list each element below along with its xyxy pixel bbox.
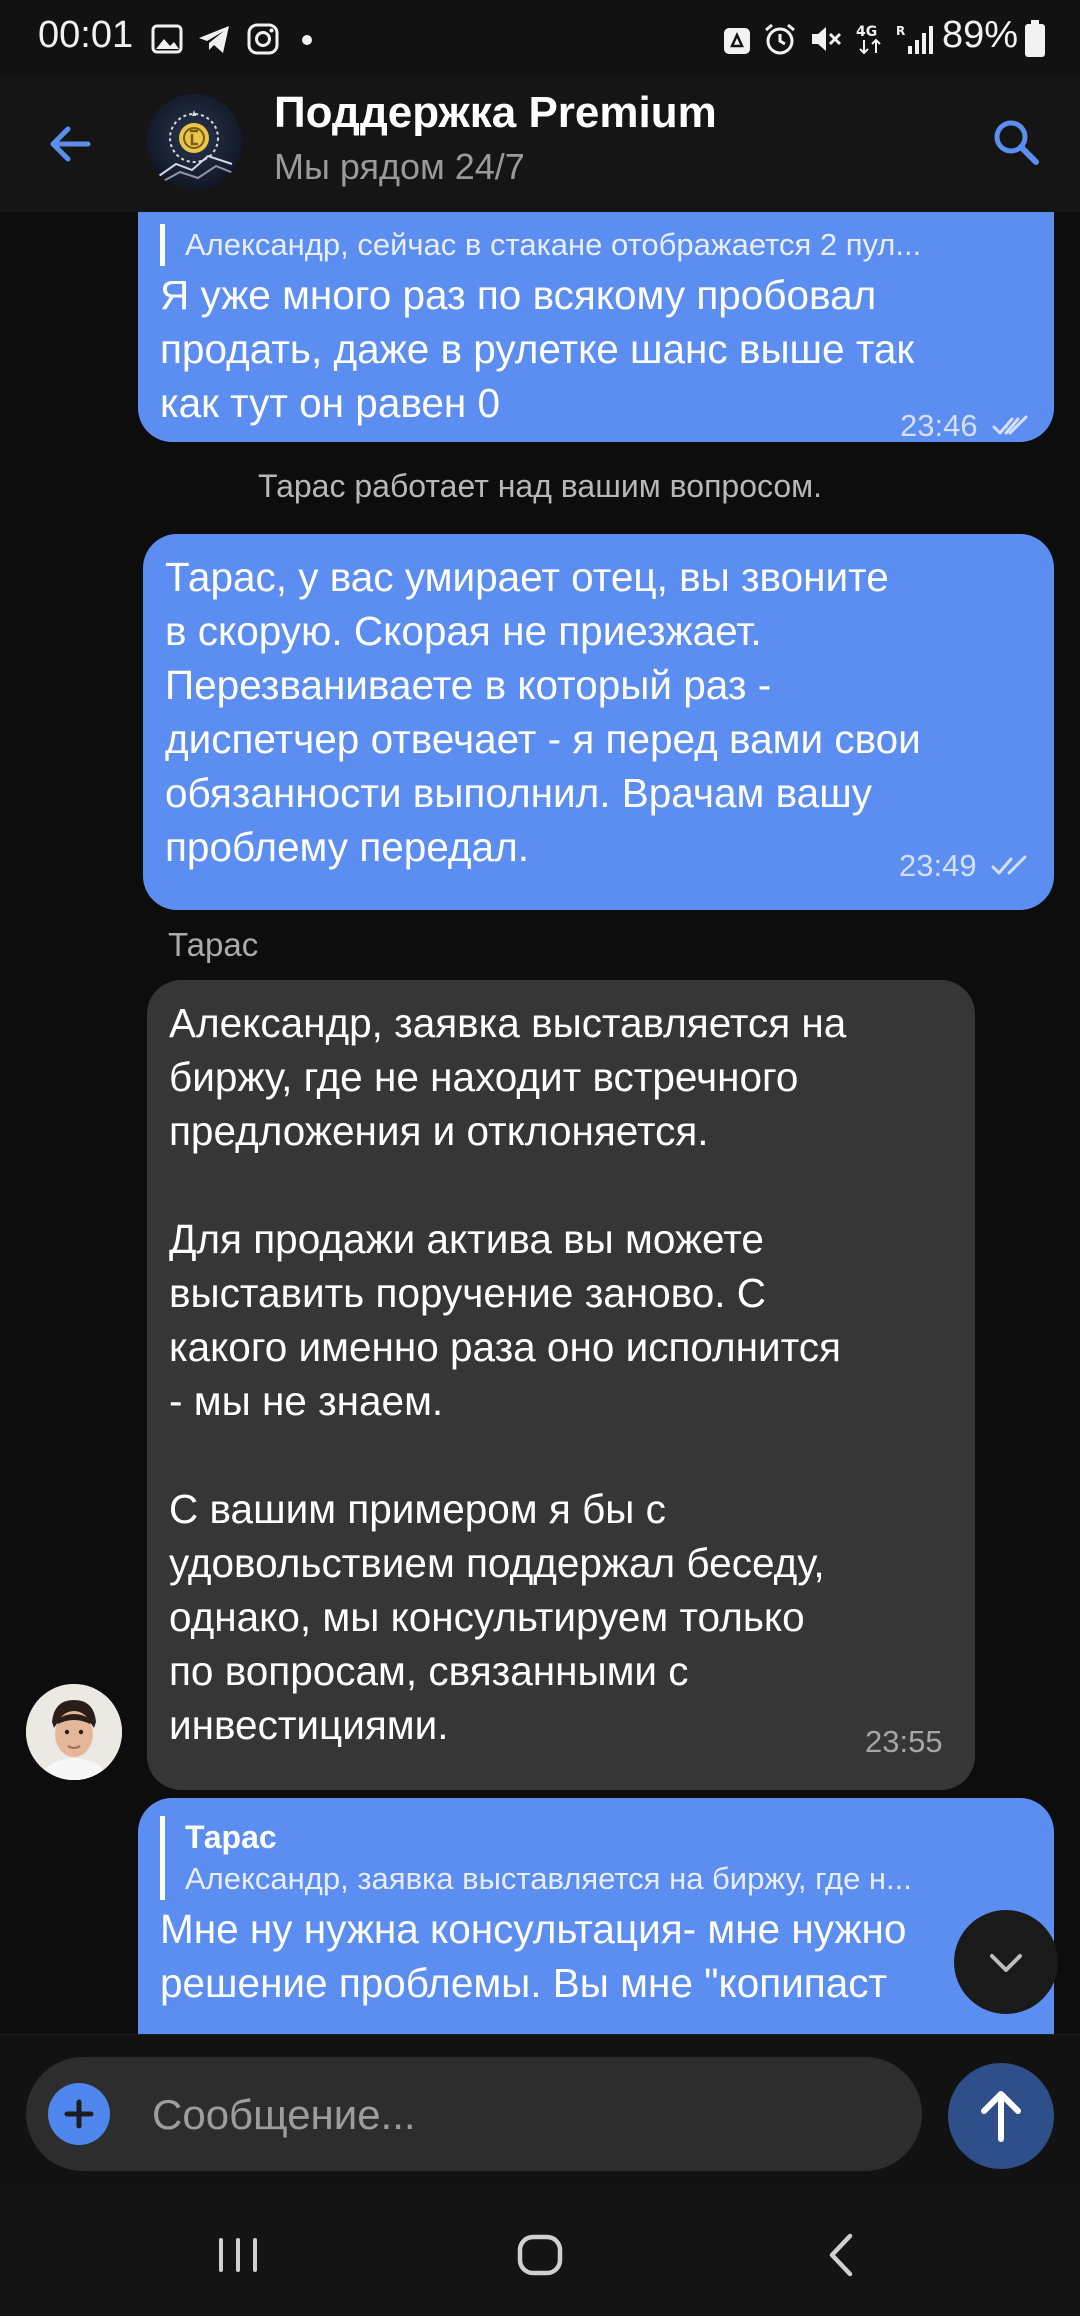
svg-text:R: R: [896, 24, 905, 38]
message-text: Я уже много раз по всякому пробовал прод…: [160, 272, 915, 426]
message-input[interactable]: [150, 2085, 894, 2145]
system-nav-bar: [0, 2190, 1080, 2316]
reply-quote[interactable]: Тарас Александр, заявка выставляется на …: [160, 1816, 1030, 1900]
reply-text: Александр, заявка выставляется на биржу,…: [185, 1861, 912, 1896]
message-bubble-outgoing[interactable]: Александр, сейчас в стакане отображается…: [138, 212, 1054, 443]
double-check-icon: [991, 855, 1027, 875]
dot-icon: [302, 35, 312, 45]
gallery-icon: [151, 24, 183, 54]
message-time: 23:49: [899, 848, 977, 883]
user-photo: [26, 1684, 122, 1780]
scroll-down-button[interactable]: [954, 1910, 1058, 2014]
bank-logo-icon: [155, 110, 237, 185]
reply-sender-name: Тарас: [185, 1819, 277, 1855]
message-list[interactable]: Александр, сейчас в стакане отображается…: [0, 212, 1080, 2034]
back-arrow-icon[interactable]: [40, 114, 100, 174]
message-bubble-incoming[interactable]: Александр, заявка выставляется на биржу,…: [147, 980, 975, 1790]
send-button[interactable]: [948, 2063, 1054, 2169]
avatar[interactable]: [26, 1684, 122, 1780]
channel-avatar[interactable]: [146, 94, 242, 190]
message-time: 23:55: [865, 1724, 943, 1759]
message-text: Александр, заявка выставляется на биржу,…: [169, 1000, 847, 1748]
status-time: 00:01: [38, 14, 134, 56]
instagram-icon: [247, 23, 279, 55]
message-time: 23:46: [900, 408, 978, 443]
chat-title[interactable]: Поддержка Premium: [274, 88, 717, 138]
search-icon[interactable]: [986, 112, 1046, 172]
message-bubble-outgoing[interactable]: Тарас Александр, заявка выставляется на …: [138, 1798, 1054, 2034]
double-check-icon: [992, 415, 1028, 435]
chat-subtitle: Мы рядом 24/7: [274, 146, 525, 187]
svg-text:4G: 4G: [856, 24, 877, 40]
home-icon[interactable]: [505, 2220, 575, 2290]
battery-percent: 89%: [942, 14, 1019, 56]
status-bar: 00:01 4G R 89%: [0, 0, 1080, 78]
composer: [0, 2034, 1080, 2191]
signal-icon: R: [896, 24, 933, 54]
recycle-icon: [724, 28, 750, 54]
chat-header: Поддержка Premium Мы рядом 24/7: [0, 78, 1080, 212]
message-bubble-outgoing[interactable]: Тарас, у вас умирает отец, вы звоните в …: [143, 534, 1054, 910]
alarm-icon: [765, 23, 795, 55]
attach-button[interactable]: [48, 2083, 110, 2145]
plus-icon: [64, 2099, 94, 2129]
arrow-up-icon: [981, 2091, 1021, 2142]
sender-name[interactable]: Тарас: [168, 926, 258, 964]
message-input-container[interactable]: [26, 2057, 922, 2171]
reply-text: Александр, сейчас в стакане отображается…: [185, 227, 922, 262]
telegram-icon: [199, 26, 229, 53]
message-text: Тарас, у вас умирает отец, вы звоните в …: [165, 554, 921, 870]
reply-quote[interactable]: Александр, сейчас в стакане отображается…: [160, 224, 1030, 266]
mute-icon: [812, 27, 842, 51]
chevron-down-icon: [990, 1954, 1022, 1972]
battery-icon: [1025, 20, 1045, 57]
nav-back-icon[interactable]: [808, 2220, 878, 2290]
network-4g-icon: 4G: [856, 24, 881, 55]
service-message: Тарас работает над вашим вопросом.: [257, 468, 823, 504]
message-text: Мне ну нужна консультация- мне нужно реш…: [160, 1906, 907, 2006]
recent-apps-icon[interactable]: [203, 2220, 273, 2290]
